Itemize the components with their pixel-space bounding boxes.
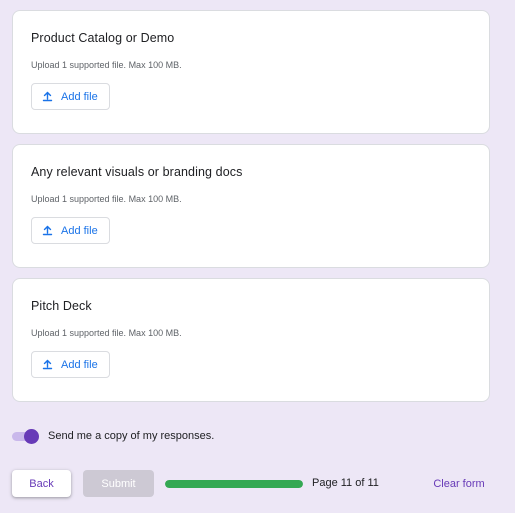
- question-title: Product Catalog or Demo: [31, 31, 175, 45]
- question-help-text: Upload 1 supported file. Max 100 MB.: [31, 60, 182, 70]
- clear-form-button[interactable]: Clear form: [425, 470, 493, 497]
- back-button[interactable]: Back: [12, 470, 71, 497]
- question-title: Pitch Deck: [31, 299, 92, 313]
- question-title: Any relevant visuals or branding docs: [31, 165, 243, 179]
- submit-button[interactable]: Submit: [83, 470, 154, 497]
- add-file-label: Add file: [61, 224, 98, 237]
- add-file-button[interactable]: Add file: [31, 351, 110, 378]
- question-card-pitch-deck: Pitch Deck Upload 1 supported file. Max …: [12, 278, 490, 402]
- question-help-text: Upload 1 supported file. Max 100 MB.: [31, 328, 182, 338]
- upload-icon: [42, 91, 53, 102]
- send-copy-row: Send me a copy of my responses.: [12, 427, 214, 445]
- add-file-button[interactable]: Add file: [31, 83, 110, 110]
- progress-bar-fill: [165, 480, 303, 488]
- question-card-visuals-branding: Any relevant visuals or branding docs Up…: [12, 144, 490, 268]
- upload-icon: [42, 359, 53, 370]
- add-file-button[interactable]: Add file: [31, 217, 110, 244]
- add-file-label: Add file: [61, 358, 98, 371]
- add-file-label: Add file: [61, 90, 98, 103]
- upload-icon: [42, 225, 53, 236]
- question-card-product-catalog: Product Catalog or Demo Upload 1 support…: [12, 10, 490, 134]
- send-copy-label: Send me a copy of my responses.: [48, 430, 215, 442]
- toggle-thumb: [24, 429, 39, 444]
- question-help-text: Upload 1 supported file. Max 100 MB.: [31, 194, 182, 204]
- progress-bar: [165, 480, 303, 488]
- send-copy-toggle[interactable]: [12, 428, 39, 444]
- page-indicator: Page 11 of 11: [312, 477, 379, 489]
